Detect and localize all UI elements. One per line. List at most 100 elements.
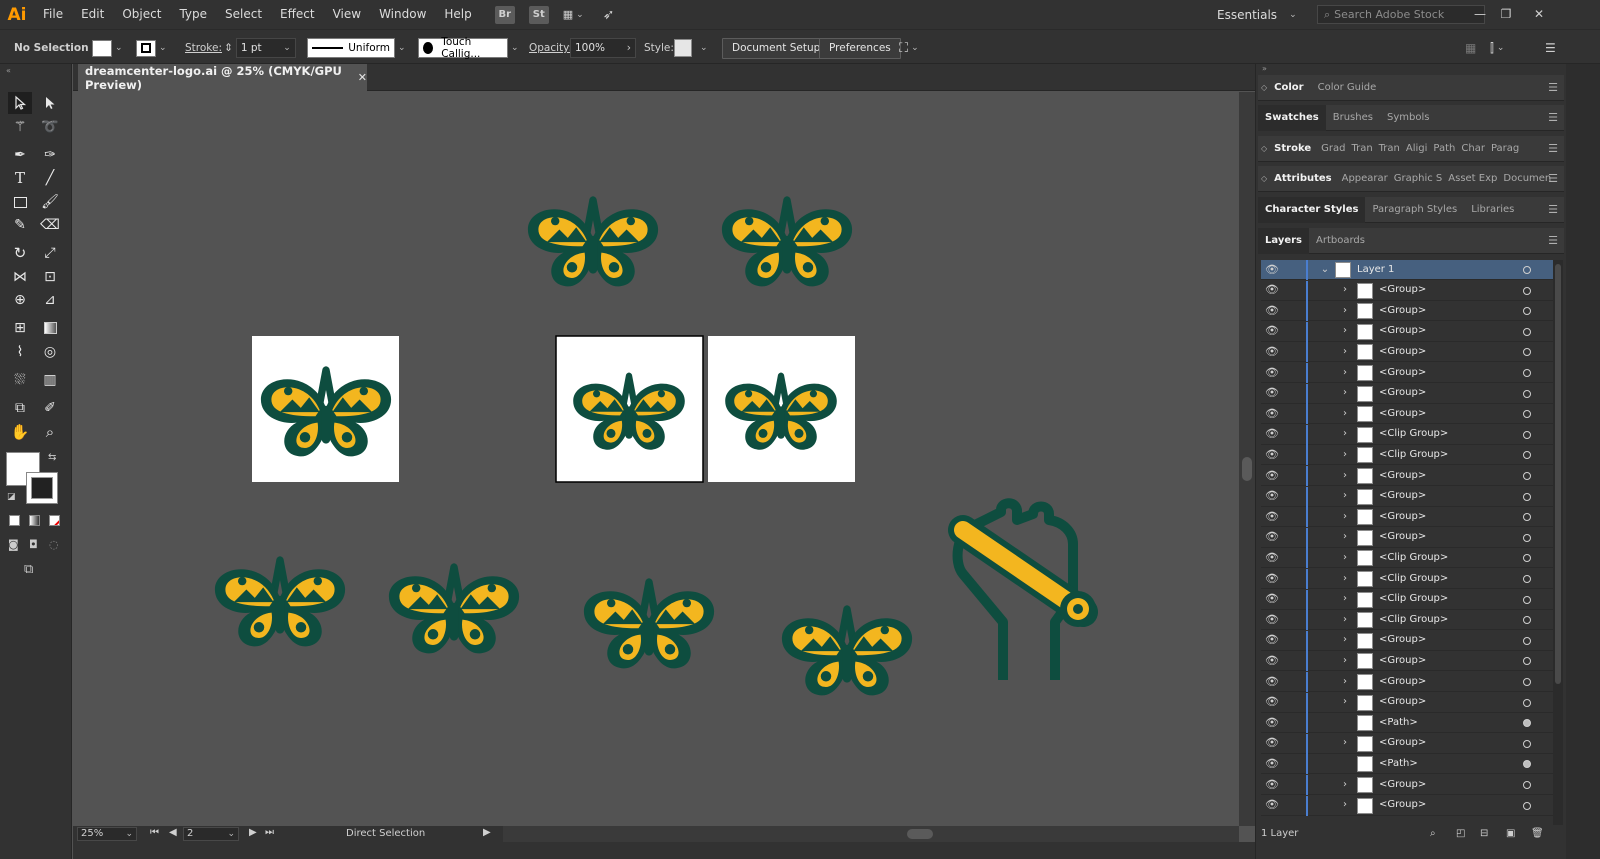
symbol-sprayer-icon[interactable]: ⛆ bbox=[8, 369, 32, 391]
target-circle-icon[interactable] bbox=[1523, 678, 1531, 686]
swap-colors-icon[interactable]: ⇆ bbox=[48, 452, 56, 463]
layer-name[interactable]: <Clip Group> bbox=[1379, 445, 1448, 465]
layer-row[interactable]: 👁 › <Clip Group> bbox=[1261, 445, 1553, 466]
target-circle-icon[interactable] bbox=[1523, 369, 1531, 377]
tab-attributes[interactable]: Attributes bbox=[1267, 166, 1338, 192]
layer-row[interactable]: 👁 › <Group> bbox=[1261, 795, 1553, 816]
tab-color[interactable]: Color bbox=[1267, 75, 1310, 101]
visibility-eye-icon[interactable]: 👁 bbox=[1264, 569, 1280, 589]
draw-inside-icon[interactable]: ◌ bbox=[49, 538, 59, 551]
tab-align[interactable]: Aligi bbox=[1403, 136, 1431, 162]
chevron-right-icon[interactable]: › bbox=[1339, 589, 1351, 609]
transform-options-icon[interactable]: ⛶ ⌄ bbox=[899, 38, 919, 58]
tab-brushes[interactable]: Brushes bbox=[1326, 105, 1380, 131]
layer-row-top[interactable]: 👁 ⌄ Layer 1 bbox=[1261, 260, 1553, 280]
target-circle-icon[interactable] bbox=[1523, 348, 1531, 357]
variable-width-profile[interactable]: Uniform ⌄ bbox=[307, 38, 406, 58]
target-circle-icon[interactable] bbox=[1523, 575, 1531, 583]
search-input[interactable]: ⌕ Search Adobe Stock bbox=[1317, 5, 1485, 24]
chevron-right-icon[interactable]: › bbox=[1339, 775, 1351, 795]
chevron-right-icon[interactable]: › bbox=[1339, 795, 1351, 815]
gradient-tool[interactable] bbox=[38, 317, 62, 339]
perspective-grid-icon[interactable]: ⊿ bbox=[38, 289, 62, 311]
layer-row[interactable]: 👁 › <Group> bbox=[1261, 651, 1553, 672]
tab-asset-export[interactable]: Asset Exp bbox=[1445, 166, 1500, 192]
tab-paragraph-styles[interactable]: Paragraph Styles bbox=[1365, 197, 1464, 223]
layer-name[interactable]: <Group> bbox=[1379, 383, 1426, 403]
target-circle-icon[interactable] bbox=[1523, 410, 1531, 419]
layer-name[interactable]: <Clip Group> bbox=[1379, 610, 1448, 630]
layer-row[interactable]: 👁 › <Clip Group> bbox=[1261, 569, 1553, 589]
target-circle-icon[interactable] bbox=[1523, 266, 1531, 274]
layer-row[interactable]: 👁 › <Group> bbox=[1261, 507, 1553, 528]
chevron-right-icon[interactable]: › bbox=[1339, 280, 1351, 300]
collapse-dock-icon[interactable]: » bbox=[1262, 64, 1267, 73]
graphic-style-picker[interactable]: ⌄ bbox=[674, 38, 708, 58]
visibility-eye-icon[interactable]: 👁 bbox=[1264, 466, 1280, 486]
gpu-performance-icon[interactable]: ➶ bbox=[603, 7, 615, 23]
chevron-right-icon[interactable]: › bbox=[1339, 342, 1351, 362]
chevron-right-icon[interactable]: › bbox=[1339, 404, 1351, 424]
tab-appearance[interactable]: Appearar bbox=[1339, 166, 1391, 192]
slice-icon[interactable]: ✐ bbox=[38, 397, 62, 419]
document-tab[interactable]: dreamcenter-logo.ai @ 25% (CMYK/GPU Prev… bbox=[78, 64, 367, 92]
artboard-number-field[interactable]: 2 ⌄ bbox=[183, 827, 239, 841]
scroll-thumb[interactable] bbox=[1555, 264, 1561, 684]
layer-row[interactable]: 👁 › <Group> bbox=[1261, 321, 1553, 342]
shape-builder-icon[interactable]: ⊕ bbox=[8, 289, 32, 311]
close-window-button[interactable]: ✕ bbox=[1528, 4, 1550, 24]
tab-character-styles[interactable]: Character Styles bbox=[1258, 196, 1366, 223]
visibility-eye-icon[interactable]: 👁 bbox=[1264, 383, 1280, 403]
opacity-label[interactable]: Opacity: bbox=[529, 38, 572, 58]
visibility-eye-icon[interactable]: 👁 bbox=[1264, 795, 1280, 815]
visibility-eye-icon[interactable]: 👁 bbox=[1264, 280, 1280, 300]
tab-transparency[interactable]: Tran bbox=[1348, 136, 1375, 162]
visibility-eye-icon[interactable]: 👁 bbox=[1264, 754, 1280, 774]
panel-menu-icon[interactable]: ☰ bbox=[1548, 81, 1558, 94]
chevron-right-icon[interactable]: › bbox=[1339, 383, 1351, 403]
stepper-icon[interactable]: ⇕ bbox=[224, 42, 233, 54]
stroke-color-box[interactable] bbox=[26, 472, 58, 504]
layer-row[interactable]: 👁 › <Group> bbox=[1261, 404, 1553, 425]
chevron-right-icon[interactable]: › bbox=[1339, 507, 1351, 527]
visibility-eye-icon[interactable]: 👁 bbox=[1264, 651, 1280, 671]
menu-edit[interactable]: Edit bbox=[72, 0, 113, 29]
visibility-eye-icon[interactable]: 👁 bbox=[1264, 733, 1280, 753]
chevron-right-icon[interactable]: › bbox=[1339, 527, 1351, 547]
collapse-toolbar-icon[interactable]: « bbox=[6, 66, 11, 75]
chevron-right-icon[interactable]: › bbox=[1339, 486, 1351, 506]
layer-name[interactable]: <Group> bbox=[1379, 795, 1426, 815]
target-circle-icon[interactable] bbox=[1523, 719, 1531, 728]
tab-graphic-styles[interactable]: Graphic S bbox=[1391, 166, 1445, 192]
layer-row[interactable]: 👁 › <Clip Group> bbox=[1261, 610, 1553, 631]
layer-row[interactable]: 👁 › <Group> bbox=[1261, 280, 1553, 301]
panel-menu-icon[interactable]: ☰ bbox=[1548, 111, 1558, 124]
menu-type[interactable]: Type bbox=[170, 0, 216, 29]
visibility-eye-icon[interactable]: 👁 bbox=[1264, 692, 1280, 712]
layer-row[interactable]: 👁 › <Clip Group> bbox=[1261, 589, 1553, 610]
visibility-eye-icon[interactable]: 👁 bbox=[1264, 321, 1280, 341]
shaper-icon[interactable]: ✎ bbox=[8, 214, 32, 236]
target-circle-icon[interactable] bbox=[1523, 554, 1531, 563]
target-circle-icon[interactable] bbox=[1523, 595, 1531, 604]
visibility-eye-icon[interactable]: 👁 bbox=[1264, 630, 1280, 650]
visibility-eye-icon[interactable]: 👁 bbox=[1264, 713, 1280, 733]
panel-menu-icon[interactable]: ☰ bbox=[1548, 203, 1558, 216]
visibility-eye-icon[interactable]: 👁 bbox=[1264, 301, 1280, 321]
target-circle-icon[interactable] bbox=[1523, 801, 1531, 810]
default-colors-icon[interactable]: ◪ bbox=[7, 492, 16, 502]
fill-color-picker[interactable]: ⌄ bbox=[92, 38, 123, 58]
tab-layers[interactable]: Layers bbox=[1258, 227, 1309, 254]
selection-tool[interactable] bbox=[8, 92, 32, 114]
close-icon[interactable]: ✕ bbox=[358, 71, 367, 84]
arrange-documents-button[interactable]: ▦ ⌄ bbox=[563, 6, 593, 24]
scale-icon[interactable]: ⤢ bbox=[38, 242, 62, 264]
layer-name[interactable]: <Group> bbox=[1379, 321, 1426, 341]
target-circle-icon[interactable] bbox=[1523, 636, 1531, 645]
visibility-eye-icon[interactable]: 👁 bbox=[1264, 610, 1280, 630]
layer-name[interactable]: <Group> bbox=[1379, 630, 1426, 650]
horizontal-scrollbar[interactable] bbox=[503, 826, 1239, 842]
layer-row[interactable]: 👁 › <Group> bbox=[1261, 630, 1553, 651]
type-icon[interactable]: T bbox=[8, 167, 32, 189]
layer-name[interactable]: <Group> bbox=[1379, 342, 1426, 362]
